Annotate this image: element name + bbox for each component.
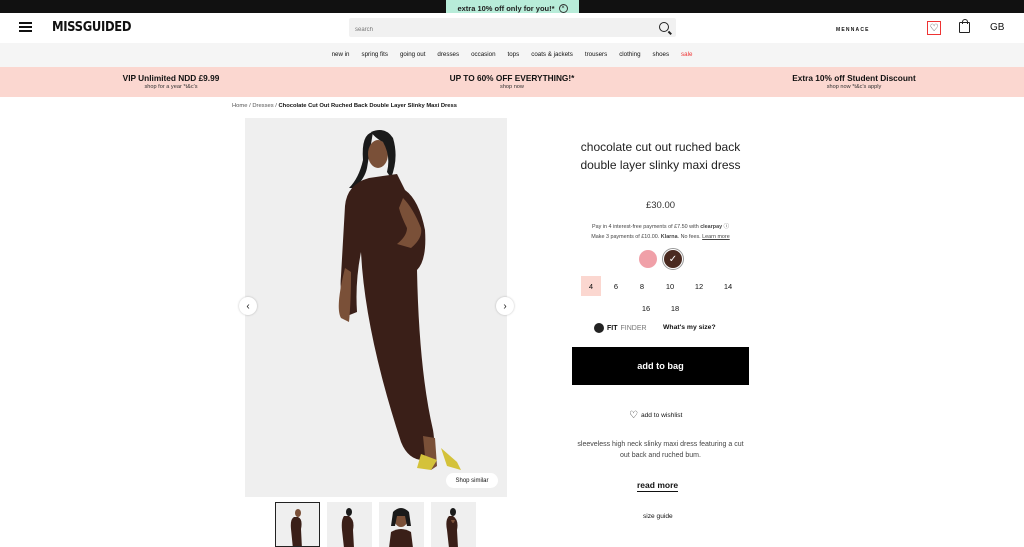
fit-finder-icon (594, 323, 604, 333)
product-title: chocolate cut out ruched back double lay… (580, 140, 741, 172)
nav-item-shoes[interactable]: shoes (653, 51, 670, 58)
deal-subtitle: shop for a year *t&c's (144, 84, 198, 90)
breadcrumb-separator: / (249, 103, 251, 109)
fit-finder-label: FIT (607, 324, 618, 332)
fit-finder-logo: FIT FINDER (594, 323, 647, 333)
thumbnail-image (341, 508, 354, 547)
nav-item-clothing[interactable]: clothing (619, 51, 640, 58)
size-option[interactable]: 18 (665, 298, 685, 318)
add-to-bag-button[interactable]: add to bag (572, 347, 749, 385)
learn-more-link[interactable]: Learn more (702, 234, 730, 240)
fit-finder-label-2: FINDER (620, 324, 647, 332)
add-to-wishlist-label: add to wishlist (640, 412, 683, 419)
breadcrumb-home[interactable]: Home (232, 103, 247, 109)
thumbnail[interactable] (431, 502, 476, 547)
info-icon[interactable]: ⓘ (724, 224, 729, 230)
thumbnail-image (446, 508, 458, 547)
deal-title: Extra 10% off Student Discount (792, 73, 916, 83)
nav-item-sale[interactable]: sale (681, 51, 692, 58)
read-more-link[interactable]: read more (637, 480, 679, 492)
color-swatch-pink[interactable] (639, 250, 657, 268)
deal-vip[interactable]: VIP Unlimited NDD £9.99 shop for a year … (51, 73, 291, 90)
breadcrumb-dresses[interactable]: Dresses (252, 103, 273, 109)
shop-similar-button[interactable]: Shop similar (446, 473, 498, 488)
breadcrumb-separator: / (275, 103, 277, 109)
menu-icon[interactable] (19, 22, 32, 32)
chevron-right-icon: › (503, 300, 507, 312)
promo-text: extra 10% off only for you!* (457, 3, 555, 13)
whats-my-size-link[interactable]: What's my size? (663, 324, 716, 331)
product-price: £30.00 (645, 200, 676, 211)
deal-title: UP TO 60% OFF EVERYTHING!* (449, 73, 575, 83)
site-logo[interactable]: MISSGUIDED (52, 19, 131, 35)
clearpay-info: Pay in 4 interest-free payments of £7.50… (572, 222, 749, 230)
klarna-info: Make 3 payments of £10.00. Klarna. No fe… (572, 234, 749, 240)
color-swatch-chocolate[interactable]: ✓ (662, 248, 684, 270)
clearpay-logo: clearpay (700, 224, 723, 230)
search-bar[interactable] (349, 18, 676, 40)
nav-item-new-in[interactable]: new in (332, 51, 350, 58)
check-icon: ✓ (668, 253, 678, 265)
close-icon[interactable]: × (558, 3, 568, 13)
breadcrumb: Home / Dresses / Chocolate Cut Out Ruche… (232, 103, 457, 109)
deal-subtitle: shop now (500, 84, 524, 90)
mennace-link[interactable]: MENNACE (836, 27, 870, 33)
deal-sale[interactable]: UP TO 60% OFF EVERYTHING!* shop now (392, 73, 632, 90)
thumbnail[interactable] (275, 502, 320, 547)
region-selector[interactable]: GB (990, 22, 1004, 33)
thumbnail[interactable] (379, 502, 424, 547)
size-option[interactable]: 6 (606, 276, 626, 296)
thumbnail[interactable] (327, 502, 372, 547)
thumbnail-image (389, 508, 413, 547)
chevron-left-icon: ‹ (246, 300, 250, 312)
add-to-wishlist-button[interactable]: ♡ add to wishlist (629, 410, 682, 421)
klarna-logo: Klarna (660, 234, 678, 240)
nav-item-dresses[interactable]: dresses (437, 51, 459, 58)
deal-student[interactable]: Extra 10% off Student Discount shop now … (734, 73, 974, 90)
size-option[interactable]: 14 (718, 276, 738, 296)
search-input[interactable] (349, 20, 649, 40)
size-guide-link[interactable]: size guide (643, 513, 673, 520)
search-icon[interactable] (659, 22, 669, 32)
category-nav: new in spring fits going out dresses occ… (0, 51, 1024, 58)
nav-item-spring-fits[interactable]: spring fits (361, 51, 387, 58)
wishlist-heart-icon[interactable]: ♡ (927, 21, 941, 35)
nav-item-coats-jackets[interactable]: coats & jackets (531, 51, 573, 58)
size-option[interactable]: 16 (636, 298, 656, 318)
deal-title: VIP Unlimited NDD £9.99 (122, 73, 220, 83)
bag-icon[interactable] (959, 19, 970, 33)
nav-item-going-out[interactable]: going out (400, 51, 425, 58)
model-illustration (338, 130, 461, 470)
clearpay-text: Pay in 4 interest-free payments of £7.50… (592, 224, 699, 230)
nav-item-tops[interactable]: tops (508, 51, 520, 58)
site-header: MISSGUIDED MENNACE ♡ GB (0, 13, 1024, 43)
prev-image-button[interactable]: ‹ (239, 297, 257, 315)
nav-item-trousers[interactable]: trousers (585, 51, 607, 58)
thumbnail-image (290, 509, 302, 546)
product-image[interactable] (245, 118, 507, 497)
heart-icon: ♡ (629, 410, 638, 421)
klarna-text: Make 3 payments of £10.00. (591, 234, 660, 240)
size-option[interactable]: 4 (581, 276, 601, 296)
nav-item-occasion[interactable]: occasion (471, 51, 495, 58)
size-option[interactable]: 12 (689, 276, 709, 296)
product-description: sleeveless high neck slinky maxi dress f… (577, 441, 744, 459)
breadcrumb-current: Chocolate Cut Out Ruched Back Double Lay… (278, 103, 457, 109)
deal-subtitle: shop now *t&c's apply (826, 84, 882, 90)
next-image-button[interactable]: › (496, 297, 514, 315)
size-option[interactable]: 8 (632, 276, 652, 296)
klarna-fees: . No fees. (677, 234, 701, 240)
deals-bar: VIP Unlimited NDD £9.99 shop for a year … (0, 67, 1024, 97)
size-option[interactable]: 10 (660, 276, 680, 296)
